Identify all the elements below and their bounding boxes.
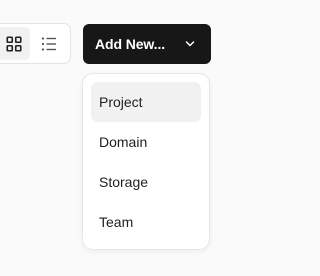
menu-item-label: Domain <box>99 134 148 150</box>
list-icon <box>41 36 56 51</box>
view-toggle <box>0 23 71 64</box>
menu-item-label: Project <box>99 94 143 110</box>
add-new-button[interactable]: Add New... <box>83 24 211 64</box>
menu-item-domain[interactable]: Domain <box>91 122 201 162</box>
grid-view-button[interactable] <box>0 27 30 60</box>
menu-item-label: Storage <box>99 174 149 190</box>
add-new-dropdown-menu: Project Domain Storage Team <box>82 73 210 250</box>
menu-item-label: Team <box>99 214 134 230</box>
menu-item-project[interactable]: Project <box>91 82 201 122</box>
chevron-down-icon <box>185 41 195 47</box>
menu-item-storage[interactable]: Storage <box>91 162 201 202</box>
grid-icon <box>6 35 22 52</box>
list-view-button[interactable] <box>33 27 65 60</box>
menu-item-team[interactable]: Team <box>91 202 201 242</box>
add-new-label: Add New... <box>95 36 166 52</box>
